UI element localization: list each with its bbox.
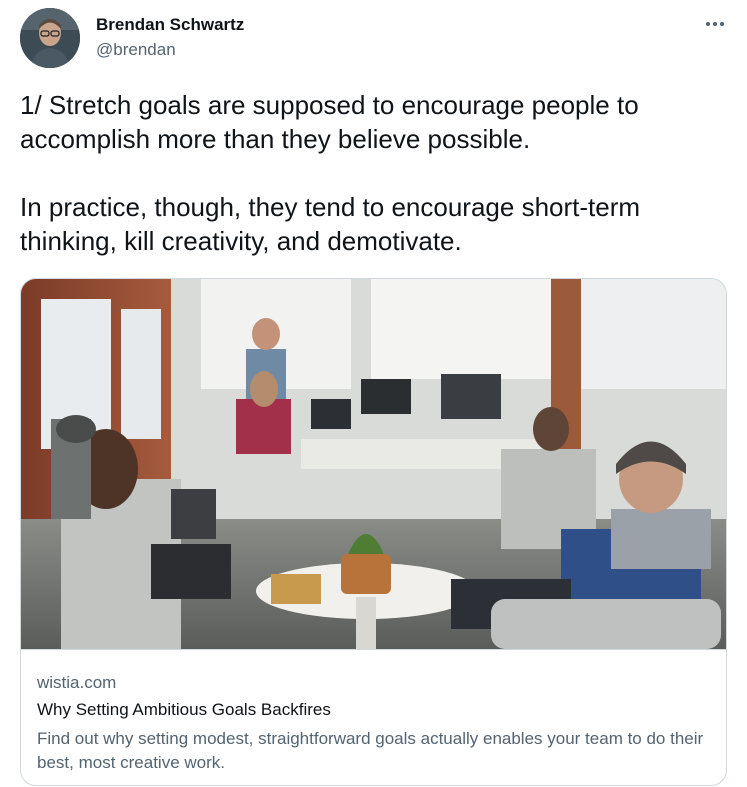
more-dot-icon [713, 22, 717, 26]
more-dot-icon [720, 22, 724, 26]
card-domain: wistia.com [37, 673, 117, 692]
author-handle[interactable]: @brendan [96, 40, 176, 60]
card-divider [21, 649, 726, 650]
more-options-button[interactable] [700, 12, 730, 36]
tweet-text: 1/ Stretch goals are supposed to encoura… [20, 90, 641, 256]
card-description: Find out why setting modest, straightfor… [37, 729, 704, 772]
author-name[interactable]: Brendan Schwartz [96, 15, 244, 35]
user-avatar-icon [20, 8, 80, 68]
more-dot-icon [706, 22, 710, 26]
avatar[interactable] [20, 8, 80, 68]
link-card[interactable]: wistia.com Why Setting Ambitious Goals B… [20, 278, 727, 786]
office-team-photo-icon [21, 279, 726, 649]
card-title: Why Setting Ambitious Goals Backfires [37, 700, 331, 719]
